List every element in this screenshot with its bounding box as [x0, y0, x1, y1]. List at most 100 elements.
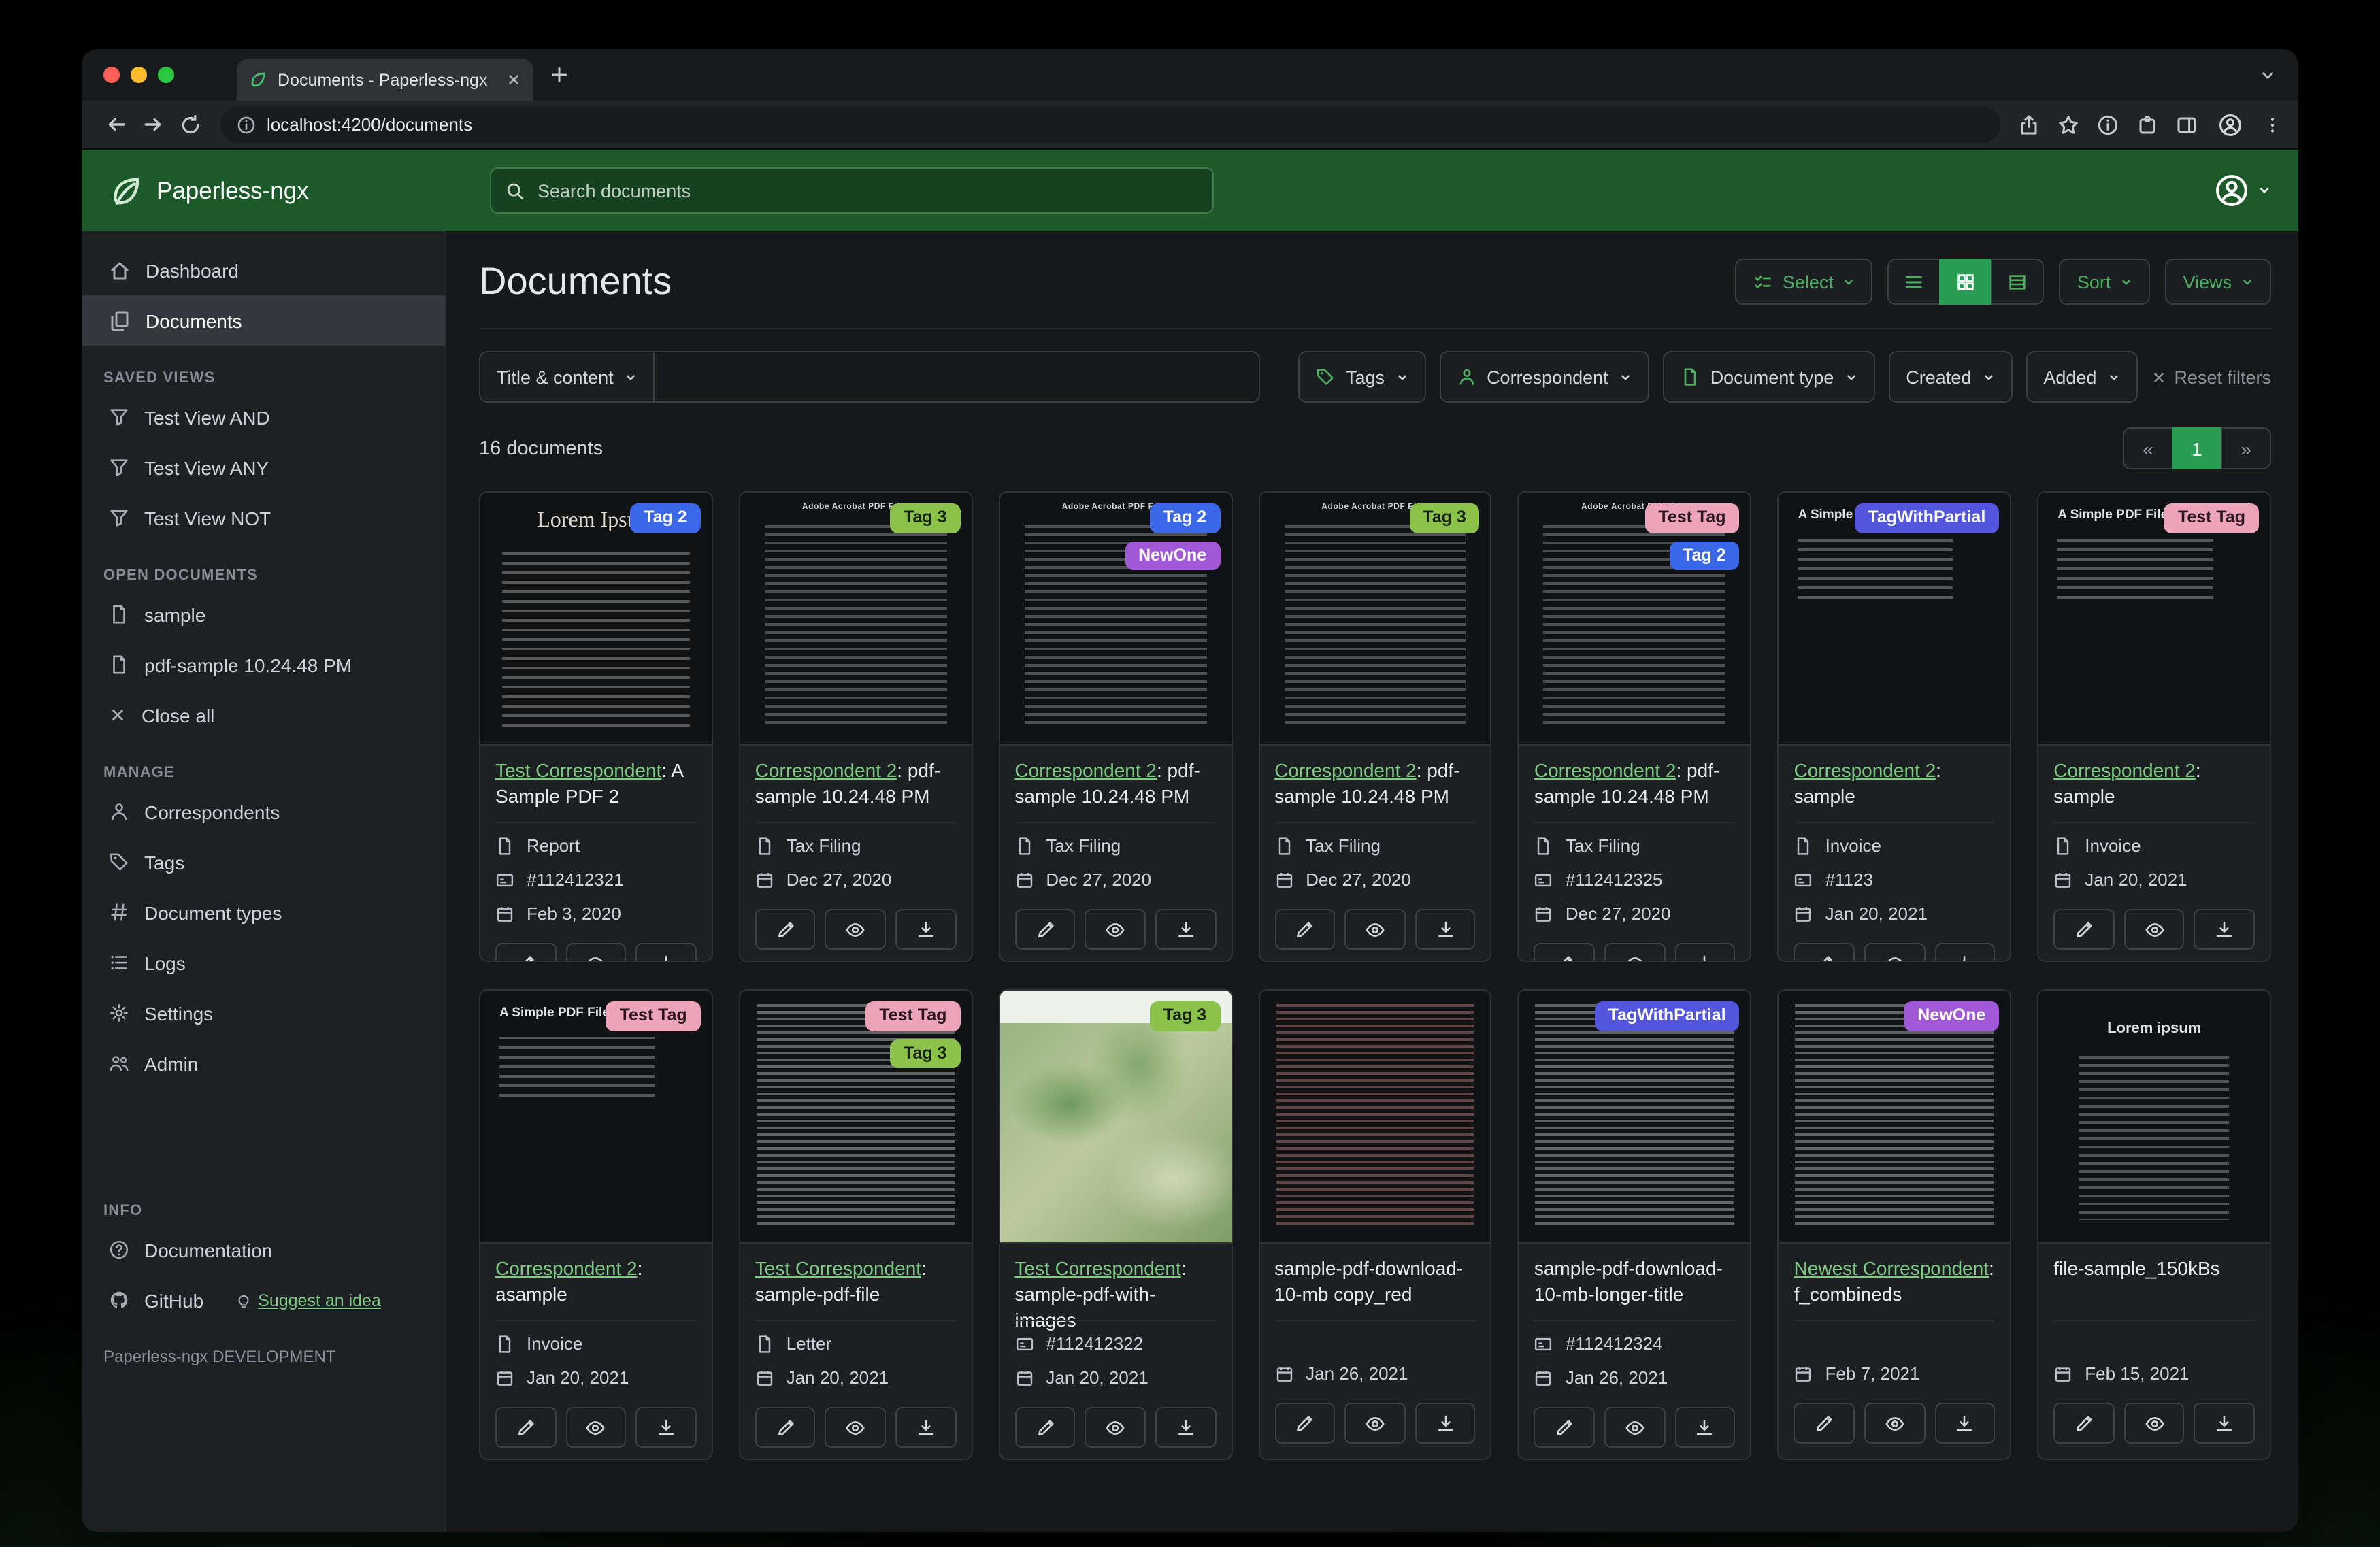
document-thumbnail[interactable]: Tag 3 [999, 991, 1232, 1244]
site-info-icon[interactable] [237, 115, 256, 134]
view-button[interactable] [1344, 1403, 1406, 1444]
tag-badge[interactable]: Test Tag [2164, 503, 2259, 533]
previous-page-button[interactable]: « [2123, 427, 2173, 469]
edit-button[interactable] [755, 909, 816, 950]
download-button[interactable] [2194, 1403, 2255, 1444]
download-button[interactable] [895, 909, 957, 950]
sidebar-item-tags[interactable]: Tags [82, 837, 445, 887]
document-card[interactable]: NewOne Newest Correspondent: f_combineds… [1777, 989, 2012, 1460]
tag-badge[interactable]: Tag 2 [1669, 541, 1740, 571]
browser-menu-kebab-icon[interactable] [2263, 115, 2282, 134]
document-card[interactable]: A Simple PDF File TagWithPartial Corresp… [1777, 491, 2012, 962]
edit-button[interactable] [1014, 1407, 1076, 1448]
view-button[interactable] [825, 909, 887, 950]
created-filter-button[interactable]: Created [1888, 351, 2013, 403]
tag-badge[interactable]: Tag 2 [1149, 503, 1221, 533]
date-row[interactable]: Jan 26, 2021 [1274, 1357, 1476, 1391]
sidebar-item-settings[interactable]: Settings [82, 988, 445, 1038]
edit-button[interactable] [1274, 909, 1336, 950]
view-button[interactable] [1085, 909, 1146, 950]
document-card[interactable]: Lorem Ipsum Tag 2 Test Correspondent: A … [479, 491, 713, 962]
date-row[interactable]: Feb 3, 2020 [495, 897, 697, 931]
tag-badge[interactable]: Tag 3 [889, 503, 961, 533]
share-icon[interactable] [2018, 114, 2040, 135]
document-thumbnail[interactable]: NewOne [1779, 991, 2011, 1244]
edit-button[interactable] [495, 943, 557, 961]
tag-badge[interactable]: Tag 3 [1409, 503, 1480, 533]
document-card[interactable]: Adobe Acrobat PDF Files Tag 3 Correspond… [738, 491, 973, 962]
edit-button[interactable] [1794, 1403, 1855, 1444]
download-button[interactable] [1415, 909, 1476, 950]
side-panel-icon[interactable] [2176, 114, 2198, 135]
view-button[interactable] [825, 1407, 887, 1448]
views-button[interactable]: Views [2165, 259, 2271, 305]
browser-tab[interactable]: Documents - Paperless-ngx [237, 59, 533, 101]
download-button[interactable] [1674, 1407, 1736, 1448]
correspondent-filter-button[interactable]: Correspondent [1439, 351, 1649, 403]
document-thumbnail[interactable]: Adobe Acrobat PDF Files Tag 2 NewOne [999, 493, 1232, 746]
download-button[interactable] [1415, 1403, 1476, 1444]
sidebar-item-logs[interactable]: Logs [82, 937, 445, 988]
document-type-row[interactable]: Report [495, 829, 697, 863]
tag-badge[interactable]: Test Tag [606, 1001, 701, 1031]
date-row[interactable]: Jan 20, 2021 [1794, 897, 1996, 931]
tag-badge[interactable]: TagWithPartial [1594, 1001, 1740, 1031]
download-button[interactable] [1934, 943, 1996, 961]
download-button[interactable] [1155, 909, 1217, 950]
download-button[interactable] [635, 1407, 697, 1448]
global-search[interactable] [490, 167, 1214, 214]
asn-row[interactable]: #112412325 [1534, 863, 1736, 897]
document-type-row[interactable]: Tax Filing [1014, 829, 1216, 863]
sidebar-item-github[interactable]: GitHub Suggest an idea [82, 1275, 445, 1325]
bookmark-star-icon[interactable] [2057, 114, 2079, 135]
document-thumbnail[interactable]: Adobe Acrobat PDF Files Tag 3 [1259, 493, 1491, 746]
download-button[interactable] [635, 943, 697, 961]
tag-badge[interactable]: Test Tag [865, 1001, 961, 1031]
tags-filter-button[interactable]: Tags [1298, 351, 1426, 403]
edit-button[interactable] [1534, 1407, 1596, 1448]
edit-button[interactable] [1274, 1403, 1336, 1444]
document-thumbnail[interactable]: Adobe Acrobat PDF Files Tag 3 [740, 493, 972, 746]
forward-icon[interactable] [135, 106, 171, 143]
document-correspondent-link[interactable]: Correspondent 2 [495, 1257, 638, 1279]
download-button[interactable] [1934, 1403, 1996, 1444]
back-icon[interactable] [98, 106, 135, 143]
view-button[interactable] [2123, 1403, 2185, 1444]
document-card[interactable]: TagWithPartial sample-pdf-download-10-mb… [1517, 989, 1752, 1460]
document-card[interactable]: Adobe Acrobat PDF Files Test Tag Tag 2 Co… [1517, 491, 1752, 962]
search-input[interactable] [538, 180, 1199, 201]
suggest-idea-link[interactable]: Suggest an idea [235, 1291, 381, 1310]
document-card[interactable]: A Simple PDF File Test Tag Correspondent… [2037, 491, 2271, 962]
asn-row[interactable]: #112412324 [1534, 1327, 1736, 1361]
title-content-dropdown[interactable]: Title & content [479, 351, 655, 403]
sidebar-item-test-view-any[interactable]: Test View ANY [82, 442, 445, 493]
sidebar-item-document-types[interactable]: Document types [82, 887, 445, 937]
download-button[interactable] [2194, 909, 2255, 950]
tag-badge[interactable]: TagWithPartial [1854, 503, 2000, 533]
extensions-puzzle-icon[interactable] [2136, 114, 2158, 135]
document-thumbnail[interactable]: A Simple PDF File TagWithPartial [1779, 493, 2011, 746]
address-bar[interactable]: localhost:4200/documents [220, 106, 2000, 143]
date-row[interactable]: Dec 27, 2020 [1534, 897, 1736, 931]
edit-button[interactable] [1534, 943, 1596, 961]
sidebar-item-test-view-not[interactable]: Test View NOT [82, 493, 445, 543]
sidebar-close-all[interactable]: Close all [82, 690, 445, 740]
document-correspondent-link[interactable]: Correspondent 2 [2053, 759, 2196, 781]
view-button[interactable] [565, 943, 627, 961]
sidebar-item-dashboard[interactable]: Dashboard [82, 245, 445, 295]
asn-row[interactable]: #1123 [1794, 863, 1996, 897]
view-button[interactable] [1864, 1403, 1926, 1444]
next-page-button[interactable]: » [2221, 427, 2271, 469]
document-card[interactable]: Lorem ipsum file-sample_150kBs Feb 15, 2… [2037, 989, 2271, 1460]
view-button[interactable] [565, 1407, 627, 1448]
maximize-window-button[interactable] [158, 67, 174, 83]
minimize-window-button[interactable] [131, 67, 147, 83]
document-type-filter-button[interactable]: Document type [1662, 351, 1875, 403]
document-type-row[interactable]: Tax Filing [1274, 829, 1476, 863]
close-window-button[interactable] [103, 67, 120, 83]
document-correspondent-link[interactable]: Test Correspondent [755, 1257, 921, 1279]
document-type-row[interactable]: Tax Filing [755, 829, 957, 863]
document-card[interactable]: A Simple PDF File Test Tag Correspondent… [479, 989, 713, 1460]
view-button[interactable] [2123, 909, 2185, 950]
view-button[interactable] [1604, 943, 1666, 961]
